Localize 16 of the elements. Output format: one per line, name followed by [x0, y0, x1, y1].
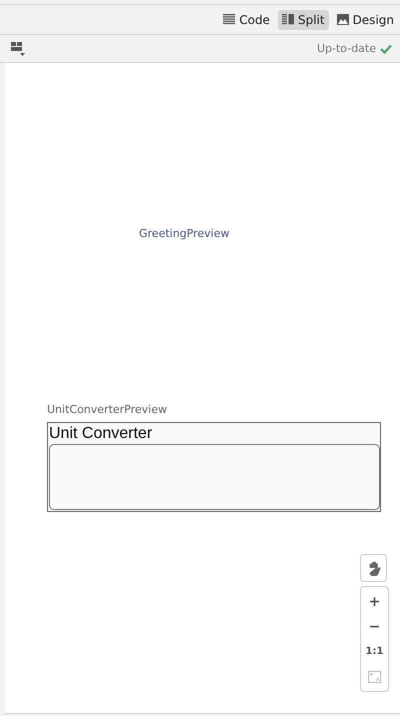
zoom-button[interactable]: −: [362, 614, 387, 639]
lines-icon: [223, 14, 236, 25]
view-mode-tab[interactable]: Split: [278, 10, 329, 30]
split-icon: [282, 14, 294, 25]
view-mode-tab[interactable]: Code: [219, 10, 274, 30]
zoom-button[interactable]: 1:1: [362, 639, 387, 664]
preview-title: Unit Converter: [48, 424, 154, 444]
preview-name: UnitConverterPreview: [47, 403, 168, 416]
fit-screen-icon: [368, 670, 381, 682]
layout-menu-icon[interactable]: [11, 42, 27, 56]
status-text: Up-to-date: [316, 42, 376, 55]
preview-name: GreetingPreview: [139, 226, 230, 240]
image-icon: [336, 14, 349, 25]
view-mode-tab[interactable]: Design: [332, 10, 398, 30]
pan-tool-button[interactable]: [360, 554, 387, 582]
zoom-button[interactable]: +: [362, 589, 387, 614]
